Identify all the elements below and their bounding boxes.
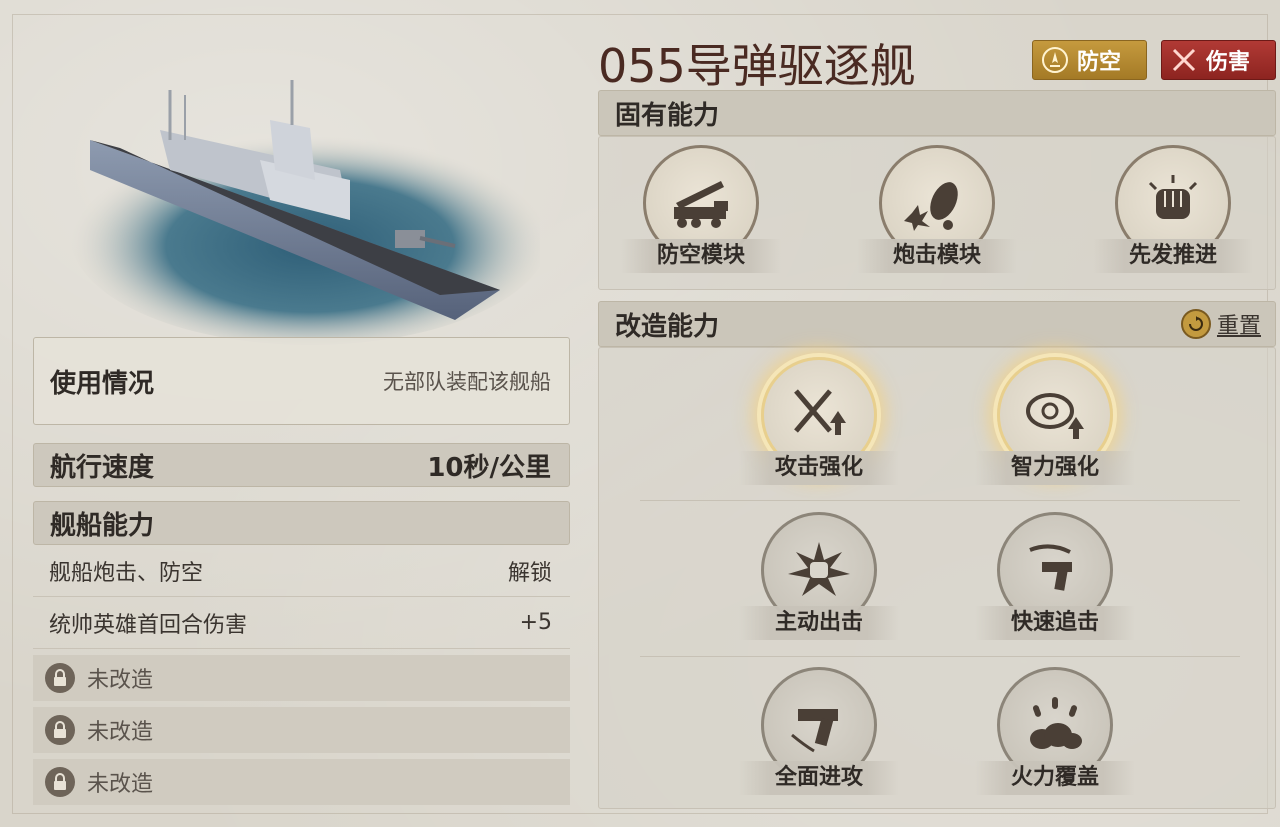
modify-ability-body (598, 347, 1276, 809)
skill-first-strike[interactable]: 先发推进 (1093, 145, 1253, 273)
skill-fire-coverage[interactable]: 火力覆盖 (975, 667, 1135, 795)
badge-label: 防空 (1077, 50, 1122, 75)
skill-label: 防空模块 (621, 239, 781, 273)
usage-value: 无部队装配该舰船 (383, 370, 551, 394)
ship-image (60, 50, 550, 350)
ship-info-panel: 使用情况 无部队装配该舰船 航行速度 10秒/公里 舰船能力 舰船炮击、防空 解… (33, 337, 570, 805)
locked-row: 未改造 (33, 759, 570, 805)
punch-burst-icon (788, 542, 850, 596)
badge-label: 伤害 (1206, 50, 1251, 75)
speed-value: 10秒/公里 (427, 452, 551, 483)
locked-label: 未改造 (87, 720, 154, 745)
skill-label: 智力强化 (975, 451, 1135, 485)
divider (640, 656, 1240, 657)
ship-ability-header: 舰船能力 (33, 501, 570, 545)
missile-truck-icon (674, 181, 728, 228)
locked-row: 未改造 (33, 707, 570, 753)
locked-row: 未改造 (33, 655, 570, 701)
skill-anti-air-module[interactable]: 防空模块 (621, 145, 781, 273)
reset-label: 重置 (1216, 314, 1261, 339)
damage-badge[interactable]: 伤害 (1161, 40, 1276, 80)
section-title: 改造能力 (615, 311, 720, 342)
lock-icon (45, 715, 75, 745)
skill-label: 攻击强化 (739, 451, 899, 485)
crossed-swords-icon (1170, 46, 1198, 74)
locked-label: 未改造 (87, 668, 154, 693)
skill-label: 主动出击 (739, 606, 899, 640)
skill-label: 炮击模块 (857, 239, 1017, 273)
ability-value: +5 (519, 610, 552, 635)
gun-slash-icon (1029, 544, 1072, 591)
usage-box: 使用情况 无部队装配该舰船 (33, 337, 570, 425)
bombardment-icon (1030, 697, 1082, 749)
skill-active-sortie[interactable]: 主动出击 (739, 512, 899, 640)
air-defense-icon (1041, 46, 1069, 74)
ship-title: 055导弹驱逐舰 (598, 39, 916, 93)
brain-up-icon (1026, 393, 1084, 439)
skill-label: 先发推进 (1093, 239, 1253, 273)
section-title: 固有能力 (615, 100, 720, 131)
swords-up-icon (794, 389, 846, 435)
ability-row: 统帅英雄首回合伤害 +5 (33, 597, 570, 649)
skill-intellect-boost[interactable]: 智力强化 (975, 357, 1135, 485)
modify-ability-header: 改造能力 重置 (598, 301, 1276, 347)
air-defense-badge[interactable]: 防空 (1032, 40, 1147, 80)
pistol-icon (791, 709, 838, 753)
lock-icon (45, 663, 75, 693)
shell-explosion-icon (904, 182, 958, 231)
skill-label: 快速追击 (975, 606, 1135, 640)
ability-name: 舰船炮击、防空 (49, 560, 204, 586)
fist-icon (1148, 175, 1198, 219)
divider (640, 500, 1240, 501)
skill-full-offensive[interactable]: 全面进攻 (739, 667, 899, 795)
usage-label: 使用情况 (50, 368, 155, 399)
skill-bombard-module[interactable]: 炮击模块 (857, 145, 1017, 273)
skill-label: 火力覆盖 (975, 761, 1135, 795)
skill-quick-pursuit[interactable]: 快速追击 (975, 512, 1135, 640)
innate-ability-header: 固有能力 (598, 90, 1276, 136)
reset-button[interactable]: 重置 (1180, 308, 1261, 340)
ability-row: 舰船炮击、防空 解锁 (33, 545, 570, 597)
reset-icon (1180, 309, 1211, 339)
locked-label: 未改造 (87, 772, 154, 797)
speed-row: 航行速度 10秒/公里 (33, 443, 570, 487)
ability-name: 统帅英雄首回合伤害 (49, 612, 248, 638)
skill-attack-boost[interactable]: 攻击强化 (739, 357, 899, 485)
ability-value: 解锁 (507, 560, 552, 586)
skill-label: 全面进攻 (739, 761, 899, 795)
speed-label: 航行速度 (50, 452, 155, 483)
lock-icon (45, 767, 75, 797)
